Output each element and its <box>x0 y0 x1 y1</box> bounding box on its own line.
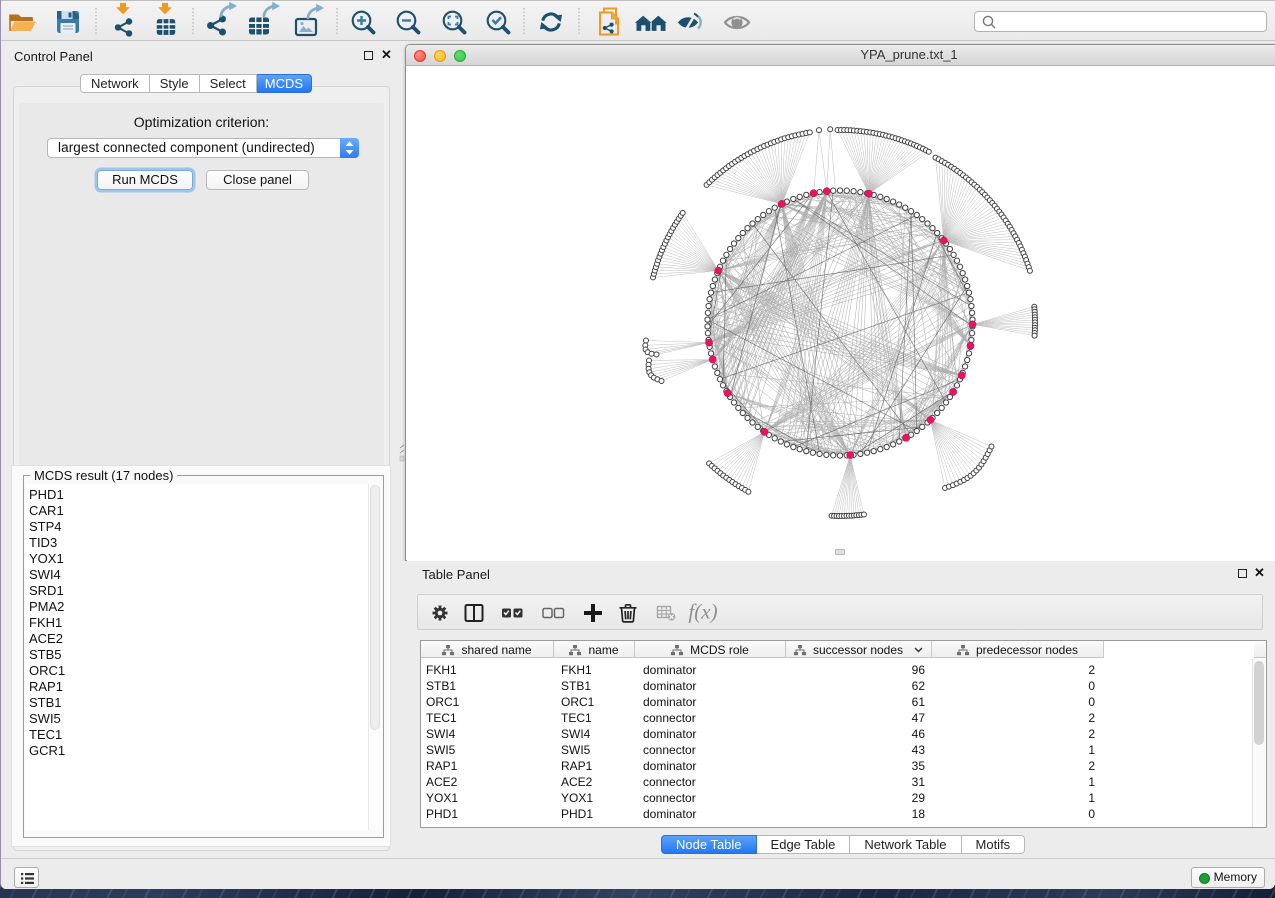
svg-text:f(x): f(x) <box>688 600 717 624</box>
